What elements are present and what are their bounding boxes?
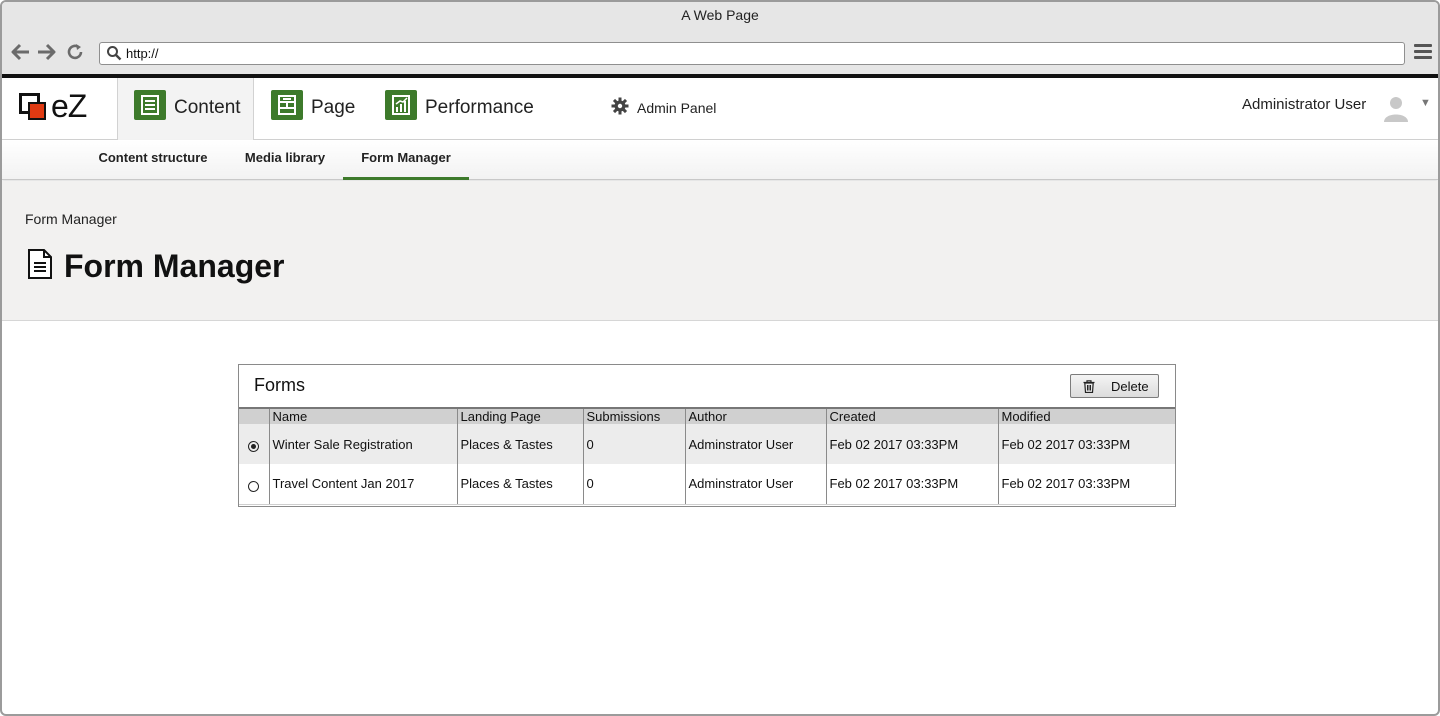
cell-created: Feb 02 2017 03:33PM xyxy=(826,464,999,505)
arrow-right-icon[interactable] xyxy=(35,42,57,64)
page-layout-icon xyxy=(271,90,303,120)
breadcrumb[interactable]: Form Manager xyxy=(25,211,117,227)
cell-created: Feb 02 2017 03:33PM xyxy=(826,424,999,464)
cell-author: Adminstrator User xyxy=(685,424,827,464)
cell-modified: Feb 02 2017 03:33PM xyxy=(998,424,1175,464)
chart-icon xyxy=(385,90,417,120)
tab-page-label: Page xyxy=(311,97,356,118)
tab-content-label: Content xyxy=(174,97,241,118)
logo-text: eZ xyxy=(51,88,87,124)
page-title: Form Manager xyxy=(64,248,285,284)
hamburger-icon[interactable] xyxy=(1414,44,1432,62)
cell-name: Winter Sale Registration xyxy=(269,424,458,464)
table-row[interactable]: Travel Content Jan 2017 Places & Tastes … xyxy=(239,464,1175,505)
row-radio-selected[interactable] xyxy=(248,441,260,453)
column-header-name[interactable]: Name xyxy=(269,407,458,424)
sub-navigation: Content structure Media library Form Man… xyxy=(2,140,1438,180)
column-header-submissions[interactable]: Submissions xyxy=(583,407,686,424)
forms-panel: Forms Delete Name Landing Page Submissio… xyxy=(238,364,1176,507)
document-icon xyxy=(28,249,52,279)
tab-performance-label: Performance xyxy=(425,97,534,118)
user-name: Administrator User xyxy=(1242,96,1367,113)
cell-landing-page: Places & Tastes xyxy=(457,424,584,464)
table-header-row: Name Landing Page Submissions Author Cre… xyxy=(239,407,1175,424)
reload-icon[interactable] xyxy=(64,42,86,64)
search-icon xyxy=(107,46,122,61)
ez-logo[interactable]: eZ xyxy=(18,88,98,124)
cell-modified: Feb 02 2017 03:33PM xyxy=(998,464,1175,505)
address-bar[interactable] xyxy=(99,42,1405,65)
url-input[interactable] xyxy=(126,44,1396,63)
row-radio[interactable] xyxy=(248,480,260,492)
cell-landing-page: Places & Tastes xyxy=(457,464,584,505)
chevron-down-icon: ▼ xyxy=(1420,97,1431,109)
cell-submissions: 0 xyxy=(583,464,686,505)
column-header-landing-page[interactable]: Landing Page xyxy=(457,407,584,424)
delete-button[interactable]: Delete xyxy=(1070,374,1159,398)
cell-submissions: 0 xyxy=(583,424,686,464)
browser-window: A Web Page eZ Content xyxy=(0,0,1440,716)
forms-table: Name Landing Page Submissions Author Cre… xyxy=(239,407,1175,505)
delete-label: Delete xyxy=(1111,379,1149,394)
content-list-icon xyxy=(134,90,166,120)
cell-name: Travel Content Jan 2017 xyxy=(269,464,458,505)
tab-performance[interactable]: Performance xyxy=(369,78,539,140)
subnav-form-manager[interactable]: Form Manager xyxy=(343,140,469,180)
page-header: Form Manager Form Manager xyxy=(2,181,1438,321)
column-header-modified[interactable]: Modified xyxy=(998,407,1175,424)
column-header-select xyxy=(239,407,270,424)
avatar xyxy=(1384,97,1408,122)
subnav-media-library[interactable]: Media library xyxy=(228,140,342,180)
row-select-cell xyxy=(239,424,270,464)
gear-icon xyxy=(611,97,629,115)
tab-content[interactable]: Content xyxy=(117,78,254,141)
browser-toolbar xyxy=(2,32,1438,74)
tab-page[interactable]: Page xyxy=(255,78,365,140)
app-header: eZ Content Page Performance Admin Panel … xyxy=(2,78,1438,141)
admin-panel-label: Admin Panel xyxy=(637,100,717,116)
forms-panel-title: Forms xyxy=(254,375,305,395)
subnav-content-structure[interactable]: Content structure xyxy=(80,140,226,180)
column-header-created[interactable]: Created xyxy=(826,407,999,424)
arrow-left-icon[interactable] xyxy=(10,42,32,64)
trash-icon xyxy=(1083,380,1095,393)
row-select-cell xyxy=(239,464,270,505)
table-row[interactable]: Winter Sale Registration Places & Tastes… xyxy=(239,424,1175,464)
column-header-author[interactable]: Author xyxy=(685,407,827,424)
window-title: A Web Page xyxy=(2,2,1438,32)
cell-author: Adminstrator User xyxy=(685,464,827,505)
